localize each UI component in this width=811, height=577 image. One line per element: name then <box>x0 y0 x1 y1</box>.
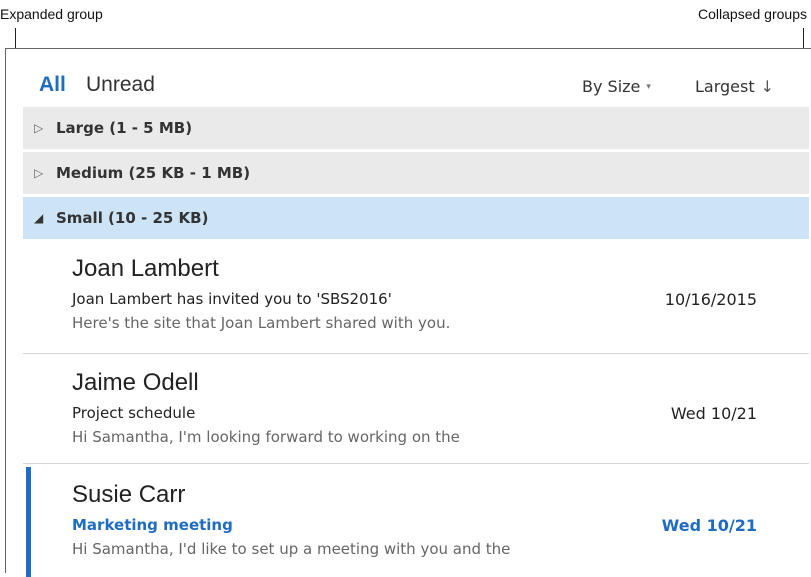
collapsed-groups-callout: Collapsed groups <box>698 6 807 22</box>
message-list-pane: All Unread By Size ▾ Largest ↓ ▷ Large (1 … <box>5 48 811 577</box>
sort-down-arrow-icon: ↓ <box>760 77 775 96</box>
sort-order-toggle[interactable]: Largest ↓ <box>695 77 774 96</box>
group-header-medium[interactable]: ▷ Medium (25 KB - 1 MB) <box>23 152 809 194</box>
collapse-triangle-icon: ◢ <box>34 211 44 225</box>
group-label: Medium (25 KB - 1 MB) <box>56 164 251 182</box>
group-header-large[interactable]: ▷ Large (1 - 5 MB) <box>23 107 809 149</box>
expand-triangle-icon: ▷ <box>34 121 44 135</box>
tab-all[interactable]: All <box>39 73 66 97</box>
message-preview: Hi Samantha, I'd like to set up a meetin… <box>72 540 511 558</box>
message-sender: Joan Lambert <box>72 255 219 282</box>
message-sender: Jaime Odell <box>72 369 199 396</box>
group-label: Large (1 - 5 MB) <box>56 119 193 137</box>
filter-bar: All Unread By Size ▾ Largest ↓ <box>6 49 811 107</box>
message-subject: Joan Lambert has invited you to 'SBS2016… <box>72 290 392 308</box>
message-preview: Here's the site that Joan Lambert shared… <box>72 314 451 332</box>
unread-indicator-bar <box>26 467 31 577</box>
message-item[interactable]: Jaime Odell Project schedule Wed 10/21 H… <box>23 355 809 465</box>
divider <box>23 149 809 150</box>
message-preview: Hi Samantha, I'm looking forward to work… <box>72 428 460 446</box>
message-subject: Marketing meeting <box>72 516 233 534</box>
expanded-group-callout: Expanded group <box>0 6 103 22</box>
message-date: Wed 10/21 <box>670 404 757 423</box>
message-date: Wed 10/21 <box>661 516 757 535</box>
divider <box>23 463 809 464</box>
sort-by-label: By Size <box>582 77 641 96</box>
group-label: Small (10 - 25 KB) <box>56 209 209 227</box>
message-item[interactable]: Joan Lambert Joan Lambert has invited yo… <box>23 241 809 353</box>
dropdown-caret-icon: ▾ <box>646 82 651 92</box>
divider <box>23 353 809 354</box>
sort-order-label: Largest <box>695 77 755 96</box>
message-date: 10/16/2015 <box>664 290 757 309</box>
divider <box>23 194 809 195</box>
message-sender: Susie Carr <box>72 481 186 508</box>
message-subject: Project schedule <box>72 404 196 422</box>
tab-unread[interactable]: Unread <box>86 73 155 97</box>
expand-triangle-icon: ▷ <box>34 166 44 180</box>
message-item-unread[interactable]: Susie Carr Marketing meeting Wed 10/21 H… <box>23 467 809 577</box>
sort-by-dropdown[interactable]: By Size ▾ <box>582 77 651 96</box>
group-header-small[interactable]: ◢ Small (10 - 25 KB) <box>23 197 809 239</box>
